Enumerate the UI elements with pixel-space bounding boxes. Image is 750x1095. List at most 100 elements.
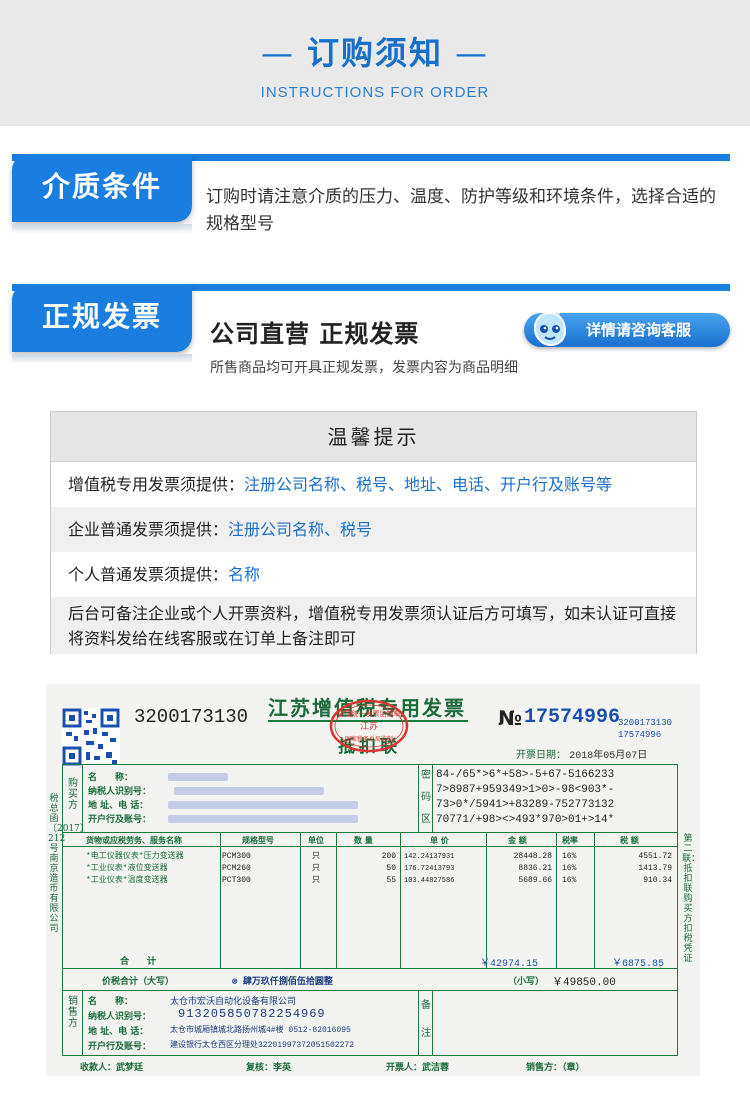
invoice-vline-seller-side — [82, 990, 83, 1056]
total-amount: ￥42974.15 — [480, 959, 539, 970]
item-model: PCM260 — [222, 864, 251, 873]
col-header-tax: 税 额 — [620, 835, 639, 845]
seller-name-label: 名 称： — [88, 997, 134, 1007]
notice-row-value: 名称 — [228, 565, 261, 584]
consult-button-label: 详情请咨询客服 — [586, 321, 692, 339]
invoice-line-grand — [62, 990, 678, 991]
notice-row-remark: 后台可备注企业或个人开票资料，增值税专用发票须认证后方可填写，如未认证可直接将资… — [51, 597, 696, 654]
drawer-label: 开票人：武洁蓉 — [386, 1063, 450, 1073]
item-unit: 只 — [312, 876, 320, 885]
title-dash-right: — — [455, 34, 489, 72]
notice-row-label: 个人普通发票须提供： — [68, 565, 229, 584]
right-side-text: 第二联：抵扣联 购买方扣税凭证 — [682, 834, 701, 964]
seller-address: 太仓市城厢镇城北路扬州城4#楼 0512-82016095 — [170, 1026, 351, 1035]
invoice-line-total — [62, 968, 678, 969]
invoice-vline-password-left — [418, 764, 419, 832]
stamp-ring-text: 全国统一发票监制章 — [338, 709, 401, 718]
grand-total-upper: ⊗ 肆万玖仟捌佰伍拾圆整 — [232, 977, 333, 987]
left-side-text: 税总函〔2017〕212号南京造币有限公司 — [48, 794, 89, 934]
cipher-line: 84-/65*>6*+58>-5+67-5166233 — [436, 769, 615, 781]
buyer-bank-label: 开户行及账号： — [88, 815, 152, 825]
item-model: PCT300 — [222, 876, 251, 885]
seller-bank: 建设银行太仓西区分理处32201997372051502272 — [170, 1041, 355, 1050]
notice-title: 温馨提示 — [51, 412, 696, 462]
item-amount: 28448.28 — [513, 852, 552, 861]
col-header-rate: 税率 — [562, 835, 578, 845]
buyer-taxid-label: 纳税人识别号： — [88, 787, 152, 797]
invoice-number: 17574996 — [524, 706, 621, 729]
seller-bank-label: 开户行及账号： — [88, 1042, 152, 1052]
buyer-bank-redacted — [168, 815, 358, 823]
col-header-unit: 单位 — [308, 835, 324, 845]
notice-row-label: 后台可备注企业或个人开票资料，增值税专用发票须认证后方可填写，如未认证可直接将资… — [68, 604, 677, 648]
item-model: PCM300 — [222, 852, 251, 861]
invoice-col-price — [400, 832, 401, 968]
seller-taxid-label: 纳税人识别号： — [88, 1012, 152, 1022]
item-name: *工业仪表*液位变送器 — [86, 864, 168, 873]
buyer-name-label: 名 称： — [88, 773, 134, 783]
seller-tax-id: 913205850782254969 — [178, 1007, 326, 1021]
item-qty: 200 — [381, 852, 396, 861]
section-invoice-shadow — [12, 354, 192, 364]
notice-row-value: 注册公司名称、税号、地址、电话、开户行及账号等 — [244, 475, 613, 494]
item-rate: 16% — [562, 864, 577, 873]
invoice-line-buyer — [62, 832, 678, 833]
item-rate: 16% — [562, 852, 577, 861]
title-dash-left: — — [260, 34, 295, 72]
notice-row-label: 增值税专用发票须提供： — [68, 475, 245, 494]
consult-service-button[interactable]: 详情请咨询客服 — [524, 310, 730, 347]
notice-row-value: 注册公司名称、税号 — [228, 520, 373, 539]
col-header-qty: 数 量 — [354, 835, 373, 845]
seller-side-label: 销售方 — [68, 996, 78, 1029]
section-medium-tab: 介质条件 — [12, 154, 192, 222]
section-invoice-title: 公司直营 正规发票 — [210, 320, 420, 348]
item-rate: 16% — [562, 876, 577, 885]
invoice-code: 3200173130 — [134, 706, 249, 728]
page-subtitle: INSTRUCTIONS FOR ORDER — [260, 84, 490, 101]
total-label: 合 计 — [120, 957, 157, 967]
invoice-code-small: 3200173130 — [618, 718, 673, 728]
item-price: 103.44827586 — [404, 877, 455, 885]
title-text: 订购须知 — [306, 34, 443, 72]
seller-stamp-label: 销售方：（章） — [526, 1063, 585, 1073]
items-tax-column: 4551.72 1413.79 910.34 — [598, 851, 672, 887]
item-tax: 1413.79 — [638, 864, 672, 873]
notice-row-vat: 增值税专用发票须提供：注册公司名称、税号、地址、电话、开户行及账号等 — [51, 462, 696, 507]
invoice-date: 2018年05月07日 — [569, 751, 648, 762]
total-tax: ￥6875.85 — [612, 959, 665, 970]
cipher-line: 7>8987+959349>1>0>-98<903*- — [436, 784, 615, 796]
items-rate-column: 16% 16% 16% — [562, 851, 576, 887]
invoice-col-tax — [594, 832, 595, 968]
invoice-vline-remark-right — [432, 990, 433, 1056]
invoice-col-model — [220, 832, 221, 968]
invoice-no-mark: № — [498, 706, 523, 730]
buyer-address-redacted — [168, 801, 358, 809]
invoice-col-unit — [300, 832, 301, 968]
col-header-name: 货物或应税劳务、服务名称 — [86, 835, 182, 845]
item-price: 142.24137931 — [404, 853, 455, 861]
invoice-date-label: 开票日期： — [516, 750, 566, 761]
grand-total-small-label: （小写） — [508, 977, 545, 987]
password-cipher: 84-/65*>6*+58>-5+67-5166233 7>8987+95934… — [436, 768, 614, 828]
notice-row-enterprise: 企业普通发票须提供：注册公司名称、税号 — [51, 507, 696, 552]
remark-label-2: 注 — [421, 1028, 431, 1039]
items-price-column: 142.24137931 176.72413793 103.44827586 — [404, 851, 454, 887]
buyer-side-label: 购买方 — [68, 778, 78, 811]
stamp-bottom-text: 国家税务总局监制 — [345, 735, 393, 743]
item-price: 176.72413793 — [404, 865, 455, 873]
section-medium-shadow — [12, 224, 192, 234]
item-amount: 8836.21 — [518, 864, 552, 873]
items-qty-column: 200 50 55 — [338, 851, 396, 887]
item-amount: 5689.66 — [518, 876, 552, 885]
qr-code-icon — [62, 708, 120, 766]
cipher-line: 70771/+98><>493*970>01+>14* — [436, 814, 615, 826]
item-tax: 4551.72 — [638, 852, 672, 861]
invoice-vline-buyer-side — [82, 764, 83, 832]
item-unit: 只 — [312, 852, 320, 861]
items-unit-column: 只 只 只 — [312, 851, 320, 887]
chat-mascot-icon — [533, 310, 567, 347]
items-name-column: *电工仪器仪表*压力变送器 *工业仪表*液位变送器 *工业仪表*温度变送器 — [86, 851, 184, 887]
notice-box: 温馨提示 增值税专用发票须提供：注册公司名称、税号、地址、电话、开户行及账号等 … — [50, 411, 697, 654]
invoice-number-small: 17574996 — [618, 730, 662, 740]
cipher-line: 73>0*/5941>+83289-752773132 — [436, 799, 615, 811]
